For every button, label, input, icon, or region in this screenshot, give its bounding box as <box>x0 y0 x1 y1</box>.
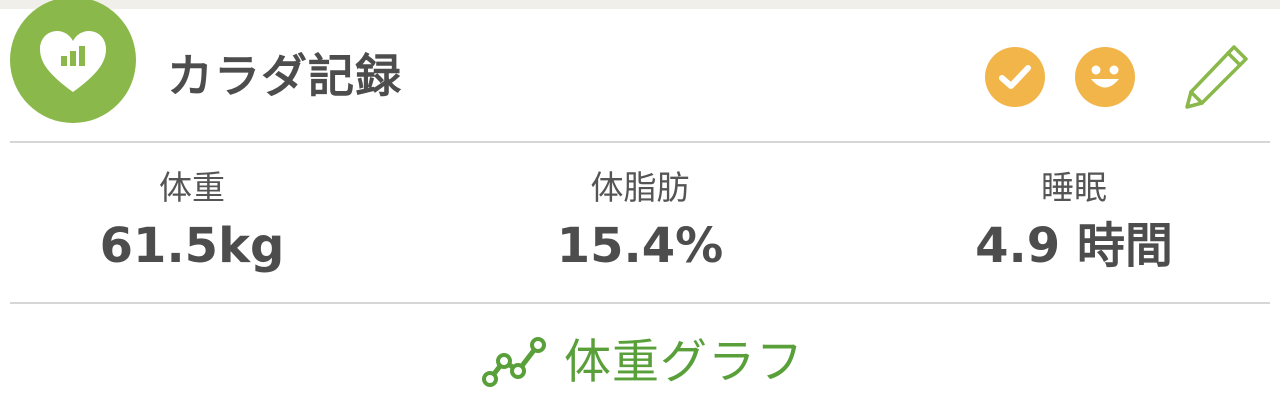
mood-button[interactable] <box>1074 46 1136 108</box>
divider <box>10 141 1270 143</box>
weight-value: 61.5kg <box>99 218 285 274</box>
check-circle-icon <box>985 47 1045 107</box>
weight-graph-label: 体重グラフ <box>564 335 804 390</box>
check-button[interactable] <box>984 46 1046 108</box>
weight-stat: 体重 61.5kg <box>42 165 342 275</box>
body-fat-stat: 体脂肪 15.4% <box>490 165 790 275</box>
pencil-icon <box>1185 45 1248 109</box>
edit-button[interactable] <box>1180 40 1252 112</box>
smile-face-icon <box>1075 47 1135 107</box>
page-title: カラダ記録 <box>167 49 402 103</box>
sleep-stat: 睡眠 4.9 時間 <box>924 165 1224 275</box>
line-graph-icon <box>482 337 546 387</box>
body-fat-label: 体脂肪 <box>590 168 690 207</box>
heart-chart-icon <box>10 0 136 124</box>
weight-graph-link[interactable]: 体重グラフ <box>480 328 804 398</box>
body-fat-value: 15.4% <box>556 218 724 274</box>
weight-label: 体重 <box>159 168 225 207</box>
sleep-value: 4.9 時間 <box>975 218 1173 274</box>
divider <box>10 302 1270 304</box>
sleep-label: 睡眠 <box>1041 168 1107 207</box>
top-strip <box>0 0 1280 9</box>
